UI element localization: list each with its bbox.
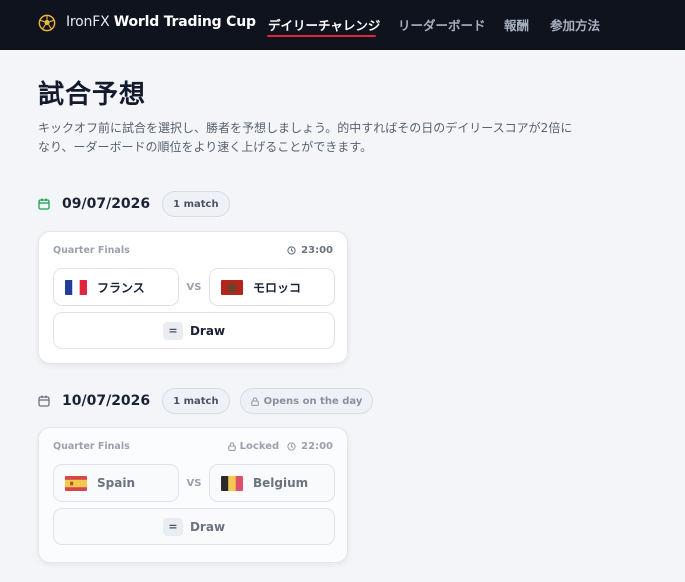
brand-logo-text[interactable]: IronFX World Trading Cup xyxy=(66,14,256,30)
draw-label: Draw xyxy=(189,323,226,338)
kickoff-time-value: 22:00 xyxy=(301,441,333,452)
kickoff-time: Locked 22:00 xyxy=(227,441,333,452)
nav-rewards[interactable]: 報酬 xyxy=(504,15,529,34)
home-team-name: フランス xyxy=(97,280,145,295)
pick-away-team-button[interactable]: モロッコ xyxy=(209,268,335,306)
match-card: Quarter Finals 23:00 フランス VS モロッコ = Draw xyxy=(38,231,348,364)
match-date: 09/07/2026 xyxy=(62,196,151,212)
france-flag-icon xyxy=(65,279,87,295)
match-stage: Quarter Finals xyxy=(53,245,130,256)
brand-name: World Trading Cup xyxy=(113,14,256,30)
lock-icon xyxy=(227,442,236,451)
home-team-name: Spain xyxy=(97,476,135,490)
active-nav-indicator xyxy=(267,35,376,37)
away-team-name: Belgium xyxy=(253,476,309,490)
opens-on-day-badge: Opens on the day xyxy=(239,388,374,414)
nav-leaderboard[interactable]: リーダーボード xyxy=(398,15,486,34)
clock-icon xyxy=(287,442,296,451)
day-header: 10/07/2026 1 match Opens on the day xyxy=(38,388,383,414)
match-card-locked: Quarter Finals Locked 22:00 Spain VS Bel… xyxy=(38,427,348,563)
pick-away-team-button[interactable]: Belgium xyxy=(209,464,335,502)
equals-icon: = xyxy=(162,517,183,536)
belgium-flag-icon xyxy=(221,475,243,491)
day-header: 09/07/2026 1 match xyxy=(38,191,240,217)
calendar-icon xyxy=(38,395,50,407)
brand-prefix: IronFX xyxy=(66,14,110,30)
match-count-badge: 1 match xyxy=(162,388,230,414)
versus-label: VS xyxy=(186,281,202,293)
kickoff-time-value: 23:00 xyxy=(301,245,333,256)
page-title: 試合予想 xyxy=(38,80,147,110)
pick-draw-button[interactable]: = Draw xyxy=(53,312,335,349)
draw-label: Draw xyxy=(189,519,226,534)
calendar-icon xyxy=(38,198,50,210)
pick-home-team-button[interactable]: フランス xyxy=(53,268,179,306)
locked-label: Locked xyxy=(239,441,280,452)
locked-status: Locked xyxy=(227,441,280,452)
pick-draw-button[interactable]: = Draw xyxy=(53,508,335,545)
nav-how-to-join[interactable]: 参加方法 xyxy=(550,15,600,34)
versus-label: VS xyxy=(186,477,202,489)
nav-daily-challenge[interactable]: デイリーチャレンジ xyxy=(268,15,380,34)
kickoff-time: 23:00 xyxy=(287,245,333,256)
soccer-ball-icon[interactable] xyxy=(38,14,56,32)
match-count-badge: 1 match xyxy=(162,191,230,217)
spain-flag-icon xyxy=(65,475,87,491)
clock-icon xyxy=(287,246,296,255)
match-date: 10/07/2026 xyxy=(62,393,151,409)
morocco-flag-icon xyxy=(221,279,243,295)
away-team-name: モロッコ xyxy=(253,280,302,295)
opens-on-day-label: Opens on the day xyxy=(263,395,363,407)
equals-icon: = xyxy=(162,321,183,340)
pick-home-team-button[interactable]: Spain xyxy=(53,464,179,502)
match-stage: Quarter Finals xyxy=(53,441,130,452)
top-navigation-bar: IronFX World Trading Cup デイリーチャレンジ リーダーボ… xyxy=(0,0,685,50)
page-description: キックオフ前に試合を選択し、勝者を予想しましょう。的中すればその日のデイリースコ… xyxy=(38,121,573,154)
lock-icon xyxy=(250,396,259,406)
